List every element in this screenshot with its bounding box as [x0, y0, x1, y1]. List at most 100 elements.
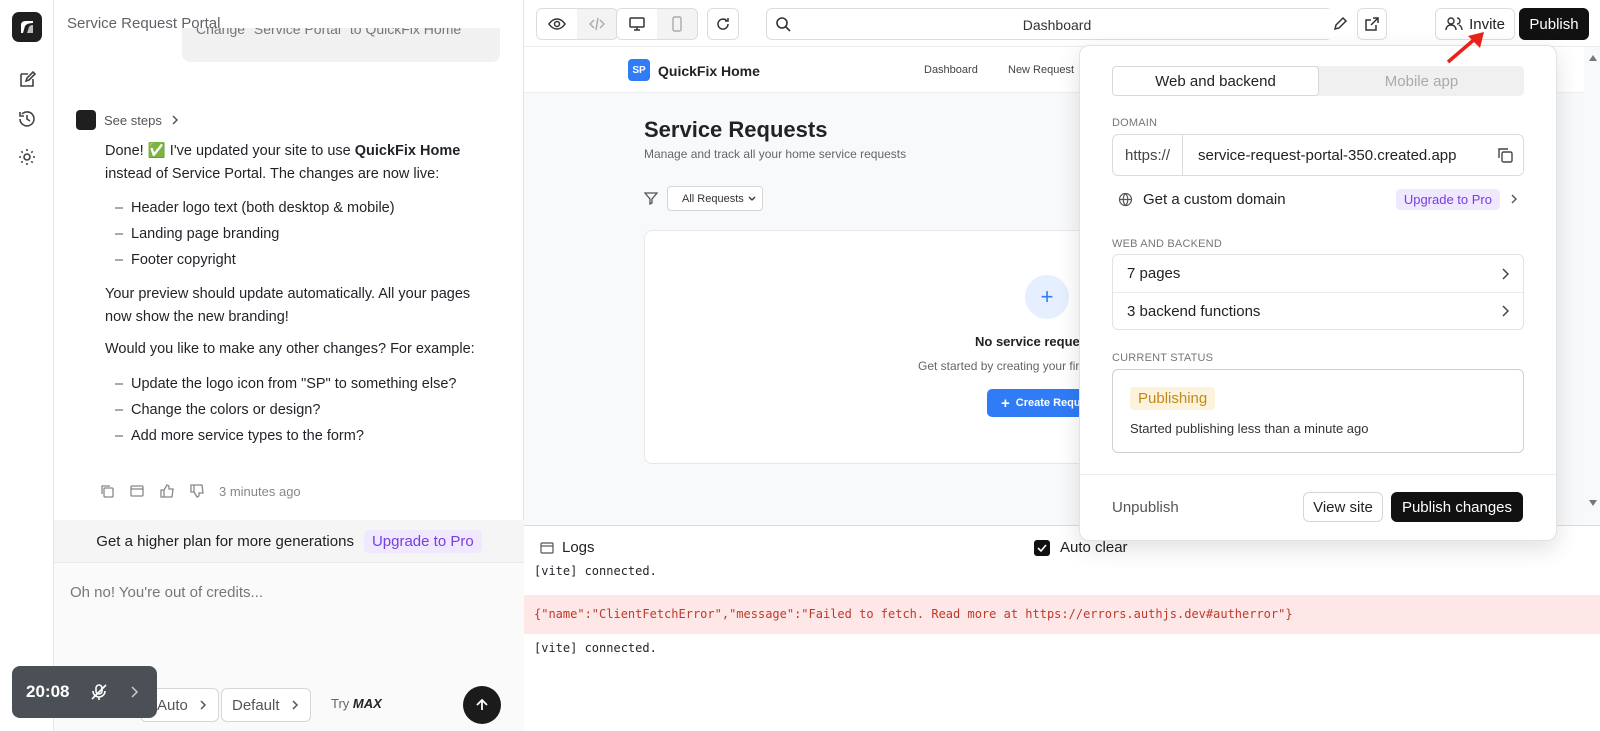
chevron-right-icon — [172, 115, 178, 125]
view-site-button[interactable]: View site — [1303, 492, 1383, 522]
desktop-view-button[interactable] — [617, 9, 657, 39]
eye-icon — [548, 18, 566, 30]
changes-list: Header logo text (both desktop & mobile)… — [105, 195, 495, 273]
filter-value: All Requests — [682, 192, 744, 205]
history-icon[interactable] — [17, 109, 37, 129]
list-item: Footer copyright — [105, 247, 495, 273]
log-line-error: {"name":"ClientFetchError","message":"Fa… — [534, 607, 1293, 621]
suggestions-list: Update the logo icon from "SP" to someth… — [105, 371, 495, 449]
page-selector-value: Dashboard — [1022, 17, 1092, 33]
list-item: Change the colors or design? — [105, 397, 495, 423]
checkbox-checked-icon[interactable] — [1034, 539, 1050, 556]
edit-button[interactable] — [1325, 8, 1355, 40]
publish-popover: Web and backend Mobile app DOMAIN https:… — [1079, 45, 1557, 541]
publish-changes-button[interactable]: Publish changes — [1391, 492, 1523, 522]
reply-para: Would you like to make any other changes… — [105, 341, 475, 357]
chevron-right-icon — [1502, 267, 1509, 280]
domain-value[interactable]: service-request-portal-350.created.app — [1183, 147, 1487, 164]
thumbs-down-icon[interactable] — [189, 483, 205, 499]
preview-nav-new-request[interactable]: New Request — [1008, 64, 1074, 76]
chip-label: Default — [232, 696, 280, 714]
code-mode-button[interactable] — [577, 9, 617, 39]
page-selector[interactable]: Dashboard — [766, 8, 1348, 40]
mobile-view-button[interactable] — [657, 9, 697, 39]
phone-icon — [672, 16, 682, 32]
logs-title: Logs — [562, 539, 595, 556]
message-actions: 3 minutes ago — [99, 483, 301, 499]
preview-page-title: Service Requests — [644, 117, 828, 142]
scroll-up-icon[interactable] — [1589, 55, 1597, 61]
pages-count: 7 pages — [1127, 265, 1181, 282]
upgrade-to-pro-link[interactable]: Upgrade to Pro — [363, 529, 482, 553]
copy-icon — [1498, 148, 1513, 163]
device-toggle — [616, 8, 698, 40]
refresh-icon — [717, 18, 729, 30]
try-max-link[interactable]: Try MAX — [331, 696, 382, 711]
publish-footer: Unpublish View site Publish changes — [1080, 474, 1556, 540]
thumbs-up-icon[interactable] — [159, 483, 175, 499]
tab-mobile-app[interactable]: Mobile app — [1319, 66, 1524, 96]
model-select-chip[interactable]: Default — [221, 688, 311, 722]
status-badge: Publishing — [1130, 387, 1216, 410]
send-button[interactable] — [463, 686, 501, 724]
globe-icon — [1118, 192, 1133, 206]
list-item: Add more service types to the form? — [105, 423, 495, 449]
current-status-label: CURRENT STATUS — [1112, 352, 1214, 364]
chevron-right-icon — [200, 700, 206, 710]
preview-nav-dashboard[interactable]: Dashboard — [924, 64, 978, 76]
open-external-button[interactable] — [1357, 8, 1387, 40]
pencil-icon — [1333, 16, 1348, 31]
assistant-avatar — [76, 110, 96, 130]
preview-mode-button[interactable] — [537, 9, 577, 39]
custom-domain-row[interactable]: Get a custom domain Upgrade to Pro — [1118, 188, 1518, 210]
domain-field: https:// service-request-portal-350.crea… — [1112, 134, 1524, 176]
left-rail — [0, 0, 54, 731]
plus-icon: + — [1001, 394, 1010, 412]
code-icon — [589, 17, 605, 31]
auto-clear-toggle[interactable]: Auto clear — [1034, 539, 1128, 556]
unpublish-button[interactable]: Unpublish — [1112, 499, 1179, 516]
chevron-down-icon — [748, 196, 756, 201]
backend-functions-row[interactable]: 3 backend functions — [1113, 292, 1523, 329]
status-text: Started publishing less than a minute ag… — [1130, 421, 1369, 436]
chevron-right-icon — [1502, 305, 1509, 317]
composer-input[interactable]: Oh no! You're out of credits... — [70, 584, 263, 601]
functions-count: 3 backend functions — [1127, 302, 1261, 320]
recording-widget[interactable]: 20:08 — [12, 666, 157, 718]
external-link-icon — [1365, 17, 1379, 31]
chevron-right-icon — [292, 700, 298, 710]
preview-toolbar: Dashboard Invite Publish — [524, 0, 1600, 47]
logs-header: Logs — [540, 539, 595, 556]
monitor-icon — [629, 17, 645, 31]
preview-icon[interactable] — [129, 483, 145, 499]
preview-filter-select[interactable]: All Requests — [667, 186, 763, 211]
settings-icon[interactable] — [17, 147, 37, 167]
panel-icon — [540, 541, 554, 554]
see-steps-label: See steps — [104, 112, 162, 128]
preview-brand[interactable]: QuickFix Home — [658, 63, 760, 79]
deploy-items-list: 7 pages 3 backend functions — [1112, 254, 1524, 330]
empty-state-text: Get started by creating your first — [918, 359, 1089, 373]
copy-icon[interactable] — [99, 483, 115, 499]
chat-panel: Service Request Portal Change "Service P… — [54, 0, 524, 731]
message-timestamp: 3 minutes ago — [219, 483, 301, 499]
refresh-button[interactable] — [707, 8, 739, 40]
chevron-right-icon — [1511, 194, 1517, 204]
publish-button[interactable]: Publish — [1519, 8, 1589, 40]
pages-row[interactable]: 7 pages — [1113, 255, 1523, 292]
upgrade-to-pro-badge[interactable]: Upgrade to Pro — [1395, 188, 1500, 210]
copy-domain-button[interactable] — [1487, 146, 1523, 164]
auto-clear-label: Auto clear — [1060, 539, 1128, 556]
reply-para: Your preview should update automatically… — [105, 286, 471, 325]
app-logo[interactable] — [12, 12, 42, 42]
scroll-down-icon[interactable] — [1589, 500, 1597, 506]
domain-prefix: https:// — [1113, 135, 1183, 175]
mic-off-icon[interactable] — [89, 682, 109, 702]
plus-icon: + — [1025, 275, 1069, 319]
see-steps-link[interactable]: See steps — [76, 110, 180, 130]
edit-icon[interactable] — [17, 70, 37, 90]
tab-web-and-backend[interactable]: Web and backend — [1112, 66, 1319, 96]
publish-target-tabs: Web and backend Mobile app — [1112, 66, 1524, 96]
user-message-text: Change "Service Portal" to QuickFix Home — [196, 28, 462, 37]
chevron-right-icon[interactable] — [129, 686, 139, 698]
